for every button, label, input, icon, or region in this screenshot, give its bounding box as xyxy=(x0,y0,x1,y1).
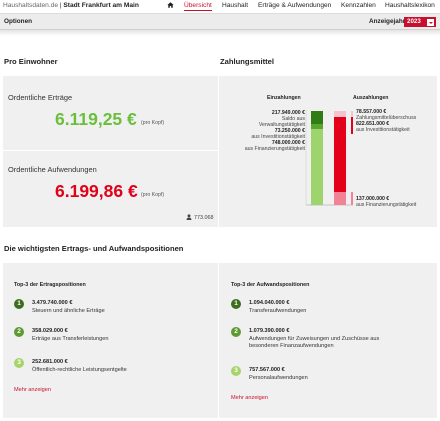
aufwand-desc-1: Transferaufwendungen xyxy=(249,308,307,314)
aufwendungen-label: Ordentliche Aufwendungen xyxy=(8,165,97,174)
zahlungsmittel-panel: Einzahlungen Auszahlungen 217.949.000 € … xyxy=(219,76,437,227)
auszahlung-desc-3: aus Finanzierungstätigkeit xyxy=(356,201,417,208)
ertrag-value-2: 358.029.000 € xyxy=(32,328,68,334)
ertrag-desc-2: Erträge aus Transferleistungen xyxy=(32,336,109,342)
aufwendungen-value: 6.199,86 € xyxy=(55,181,138,201)
nav-haushaltslexikon[interactable]: Haushaltslexikon xyxy=(385,2,435,9)
aufwendungen-per-capita: (pro Kopf) xyxy=(141,192,165,198)
nav-kennzahlen[interactable]: Kennzahlen xyxy=(341,2,376,9)
options-bar: Optionen Anzeigejahr 2023 xyxy=(0,13,440,30)
options-toggle[interactable]: Optionen xyxy=(4,18,32,25)
auszahlung-item-2: 822.651.000 € aus Investitionstätigkeit xyxy=(356,121,410,134)
zahlungsmittel-title: Zahlungsmittel xyxy=(220,57,275,66)
ertrag-value-1: 3.479.740.000 € xyxy=(32,300,73,306)
auszahlung-bar-investition xyxy=(334,117,346,192)
ertrag-more-link[interactable]: Mehr anzeigen xyxy=(14,387,51,393)
chevron-down-icon xyxy=(427,19,434,26)
aufwand-desc-3: Personalaufwendungen xyxy=(249,375,308,381)
nav-ertraege-aufwendungen[interactable]: Erträge & Aufwendungen xyxy=(258,2,331,9)
ertraege-per-capita: (pro Kopf) xyxy=(141,120,165,126)
auszahlung-marker-2 xyxy=(351,117,353,134)
auszahlung-desc-2: aus Investitionstätigkeit xyxy=(356,126,410,133)
nav-haushalt[interactable]: Haushalt xyxy=(222,2,248,9)
pro-einwohner-title: Pro Einwohner xyxy=(4,57,58,66)
einzahlung-bar-finanzierung xyxy=(311,129,323,205)
site-name[interactable]: Haushaltsdaten.de xyxy=(3,2,58,9)
auszahlung-item-3: 137.000.000 € aus Finanzierungstätigkeit xyxy=(356,196,417,209)
ertraege-label: Ordentliche Erträge xyxy=(8,93,73,102)
pro-einwohner-panel: Ordentliche Erträge 6.119,25 € (pro Kopf… xyxy=(3,76,218,227)
options-shadow xyxy=(0,30,440,36)
ertrag-rank-1: 1 xyxy=(14,299,24,309)
aufwand-panel: Top-3 der Aufwandspositionen 1 1.094.040… xyxy=(219,263,437,418)
auszahlung-item-1: 78.557.000 € Zahlungsmittelüberschuss xyxy=(356,109,417,122)
ertraege-value: 6.119,25 € xyxy=(55,109,137,129)
home-icon[interactable] xyxy=(167,1,174,9)
aufwand-rank-2: 2 xyxy=(231,327,241,337)
ertrag-value-3: 252.681.000 € xyxy=(32,359,68,365)
aufwand-rank-3: 3 xyxy=(231,366,241,376)
ertrag-panel: Top-3 der Ertragspositionen 1 3.479.740.… xyxy=(3,263,218,418)
aufwand-value-3: 757.567.000 € xyxy=(249,367,285,373)
year-select[interactable]: 2023 xyxy=(404,17,436,27)
aufwand-desc-2: Aufwendungen für Zuweisungen und Zuschüs… xyxy=(249,336,380,349)
site-brand[interactable]: Haushaltsdaten.de | Stadt Frankfurt am M… xyxy=(3,2,139,9)
aufwand-value-2: 1.079.390.000 € xyxy=(249,328,290,334)
year-select-value: 2023 xyxy=(407,18,421,25)
aufwand-value-1: 1.094.040.000 € xyxy=(249,300,290,306)
auszahlung-bar-finanzierung xyxy=(334,192,346,205)
aufwand-top-title: Top-3 der Aufwandspositionen xyxy=(231,282,310,288)
population-count: 773.068 xyxy=(194,215,214,221)
year-label: Anzeigejahr xyxy=(369,18,406,25)
auszahlung-marker-3 xyxy=(351,192,353,205)
ertrag-rank-2: 2 xyxy=(14,327,24,337)
nav-uebersicht[interactable]: Übersicht xyxy=(184,2,212,11)
ertrag-rank-3: 3 xyxy=(14,358,24,368)
auszahlung-desc-1: Zahlungsmittelüberschuss xyxy=(356,114,417,121)
panel-divider xyxy=(3,150,218,151)
ertrag-top-title: Top-3 der Ertragspositionen xyxy=(14,282,86,288)
ertrag-desc-1: Steuern und ähnliche Erträge xyxy=(32,308,105,314)
aufwand-more-link[interactable]: Mehr anzeigen xyxy=(231,395,268,401)
einzahlung-bar-verwaltung xyxy=(311,111,323,124)
positions-title: Die wichtigsten Ertrags- und Aufwandspos… xyxy=(4,244,184,253)
ertrag-desc-3: Öffentlich-rechtliche Leistungsentgelte xyxy=(32,367,127,373)
top-navigation: Haushaltsdaten.de | Stadt Frankfurt am M… xyxy=(0,0,440,13)
city-name[interactable]: Stadt Frankfurt am Main xyxy=(63,2,138,9)
person-icon xyxy=(186,214,192,220)
aufwand-rank-1: 1 xyxy=(231,299,241,309)
